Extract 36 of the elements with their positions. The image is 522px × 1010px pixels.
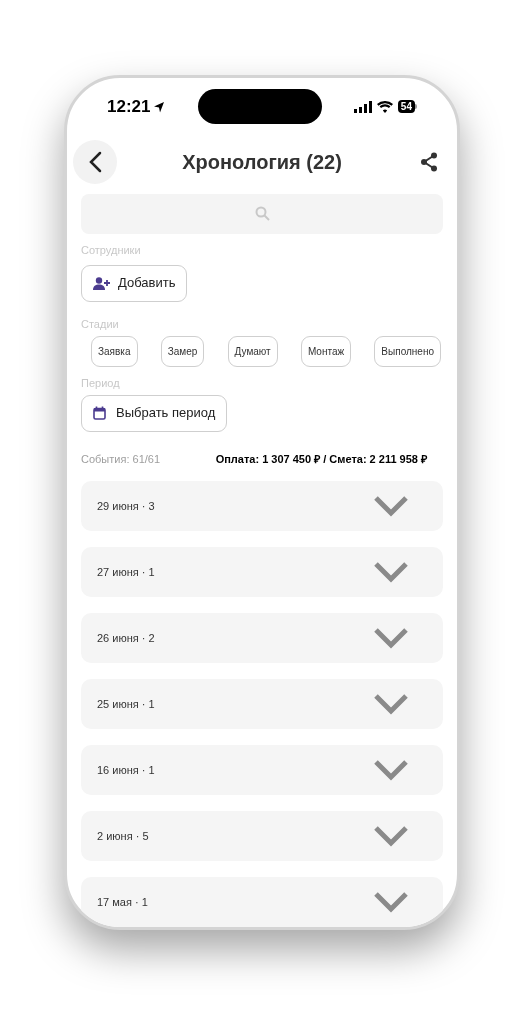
day-row[interactable]: 16 июня · 1: [81, 745, 443, 795]
stage-chip[interactable]: Заявка: [91, 335, 138, 367]
share-icon: [420, 152, 438, 173]
add-person-icon: [93, 276, 110, 290]
day-row[interactable]: 25 июня · 1: [81, 679, 443, 729]
battery-level: 54: [397, 100, 415, 113]
back-button[interactable]: [73, 140, 117, 185]
calendar-icon: [93, 406, 106, 420]
day-row[interactable]: 17 мая · 1: [81, 877, 443, 927]
day-row[interactable]: 27 июня · 1: [81, 547, 443, 597]
day-label: 16 июня · 1: [97, 762, 155, 778]
stage-chip[interactable]: Думают: [227, 335, 278, 367]
search-field[interactable]: [81, 193, 443, 234]
back-icon: [88, 151, 102, 174]
events-count: События: 61/61: [81, 451, 161, 467]
wifi-icon: [376, 100, 393, 113]
totals-text: Оплата: 1 307 450 ₽ / Смета: 2 211 958 ₽: [215, 451, 427, 467]
stage-chip[interactable]: Монтаж: [300, 335, 352, 367]
day-label: 2 июня · 5: [97, 828, 149, 844]
page-title: Хронология (22): [182, 150, 342, 176]
stage-chip[interactable]: Замер: [160, 335, 205, 367]
status-time: 12:21: [107, 95, 151, 118]
day-label: 26 июня · 2: [97, 630, 155, 646]
signal-icon: [353, 100, 372, 113]
add-employee-button[interactable]: Добавить: [81, 264, 188, 302]
day-row[interactable]: 29 июня · 3: [81, 481, 443, 531]
search-icon: [254, 206, 270, 221]
day-row[interactable]: 26 июня · 2: [81, 613, 443, 663]
day-row[interactable]: 2 июня · 5: [81, 811, 443, 861]
day-label: 25 июня · 1: [97, 696, 155, 712]
day-label: 27 июня · 1: [97, 564, 155, 580]
select-period-button[interactable]: Выбрать период: [81, 394, 228, 432]
stage-chip[interactable]: Выполнено: [374, 335, 441, 367]
day-label: 29 июня · 3: [97, 498, 155, 514]
location-icon: [153, 100, 166, 113]
day-label: 17 мая · 1: [97, 894, 148, 910]
